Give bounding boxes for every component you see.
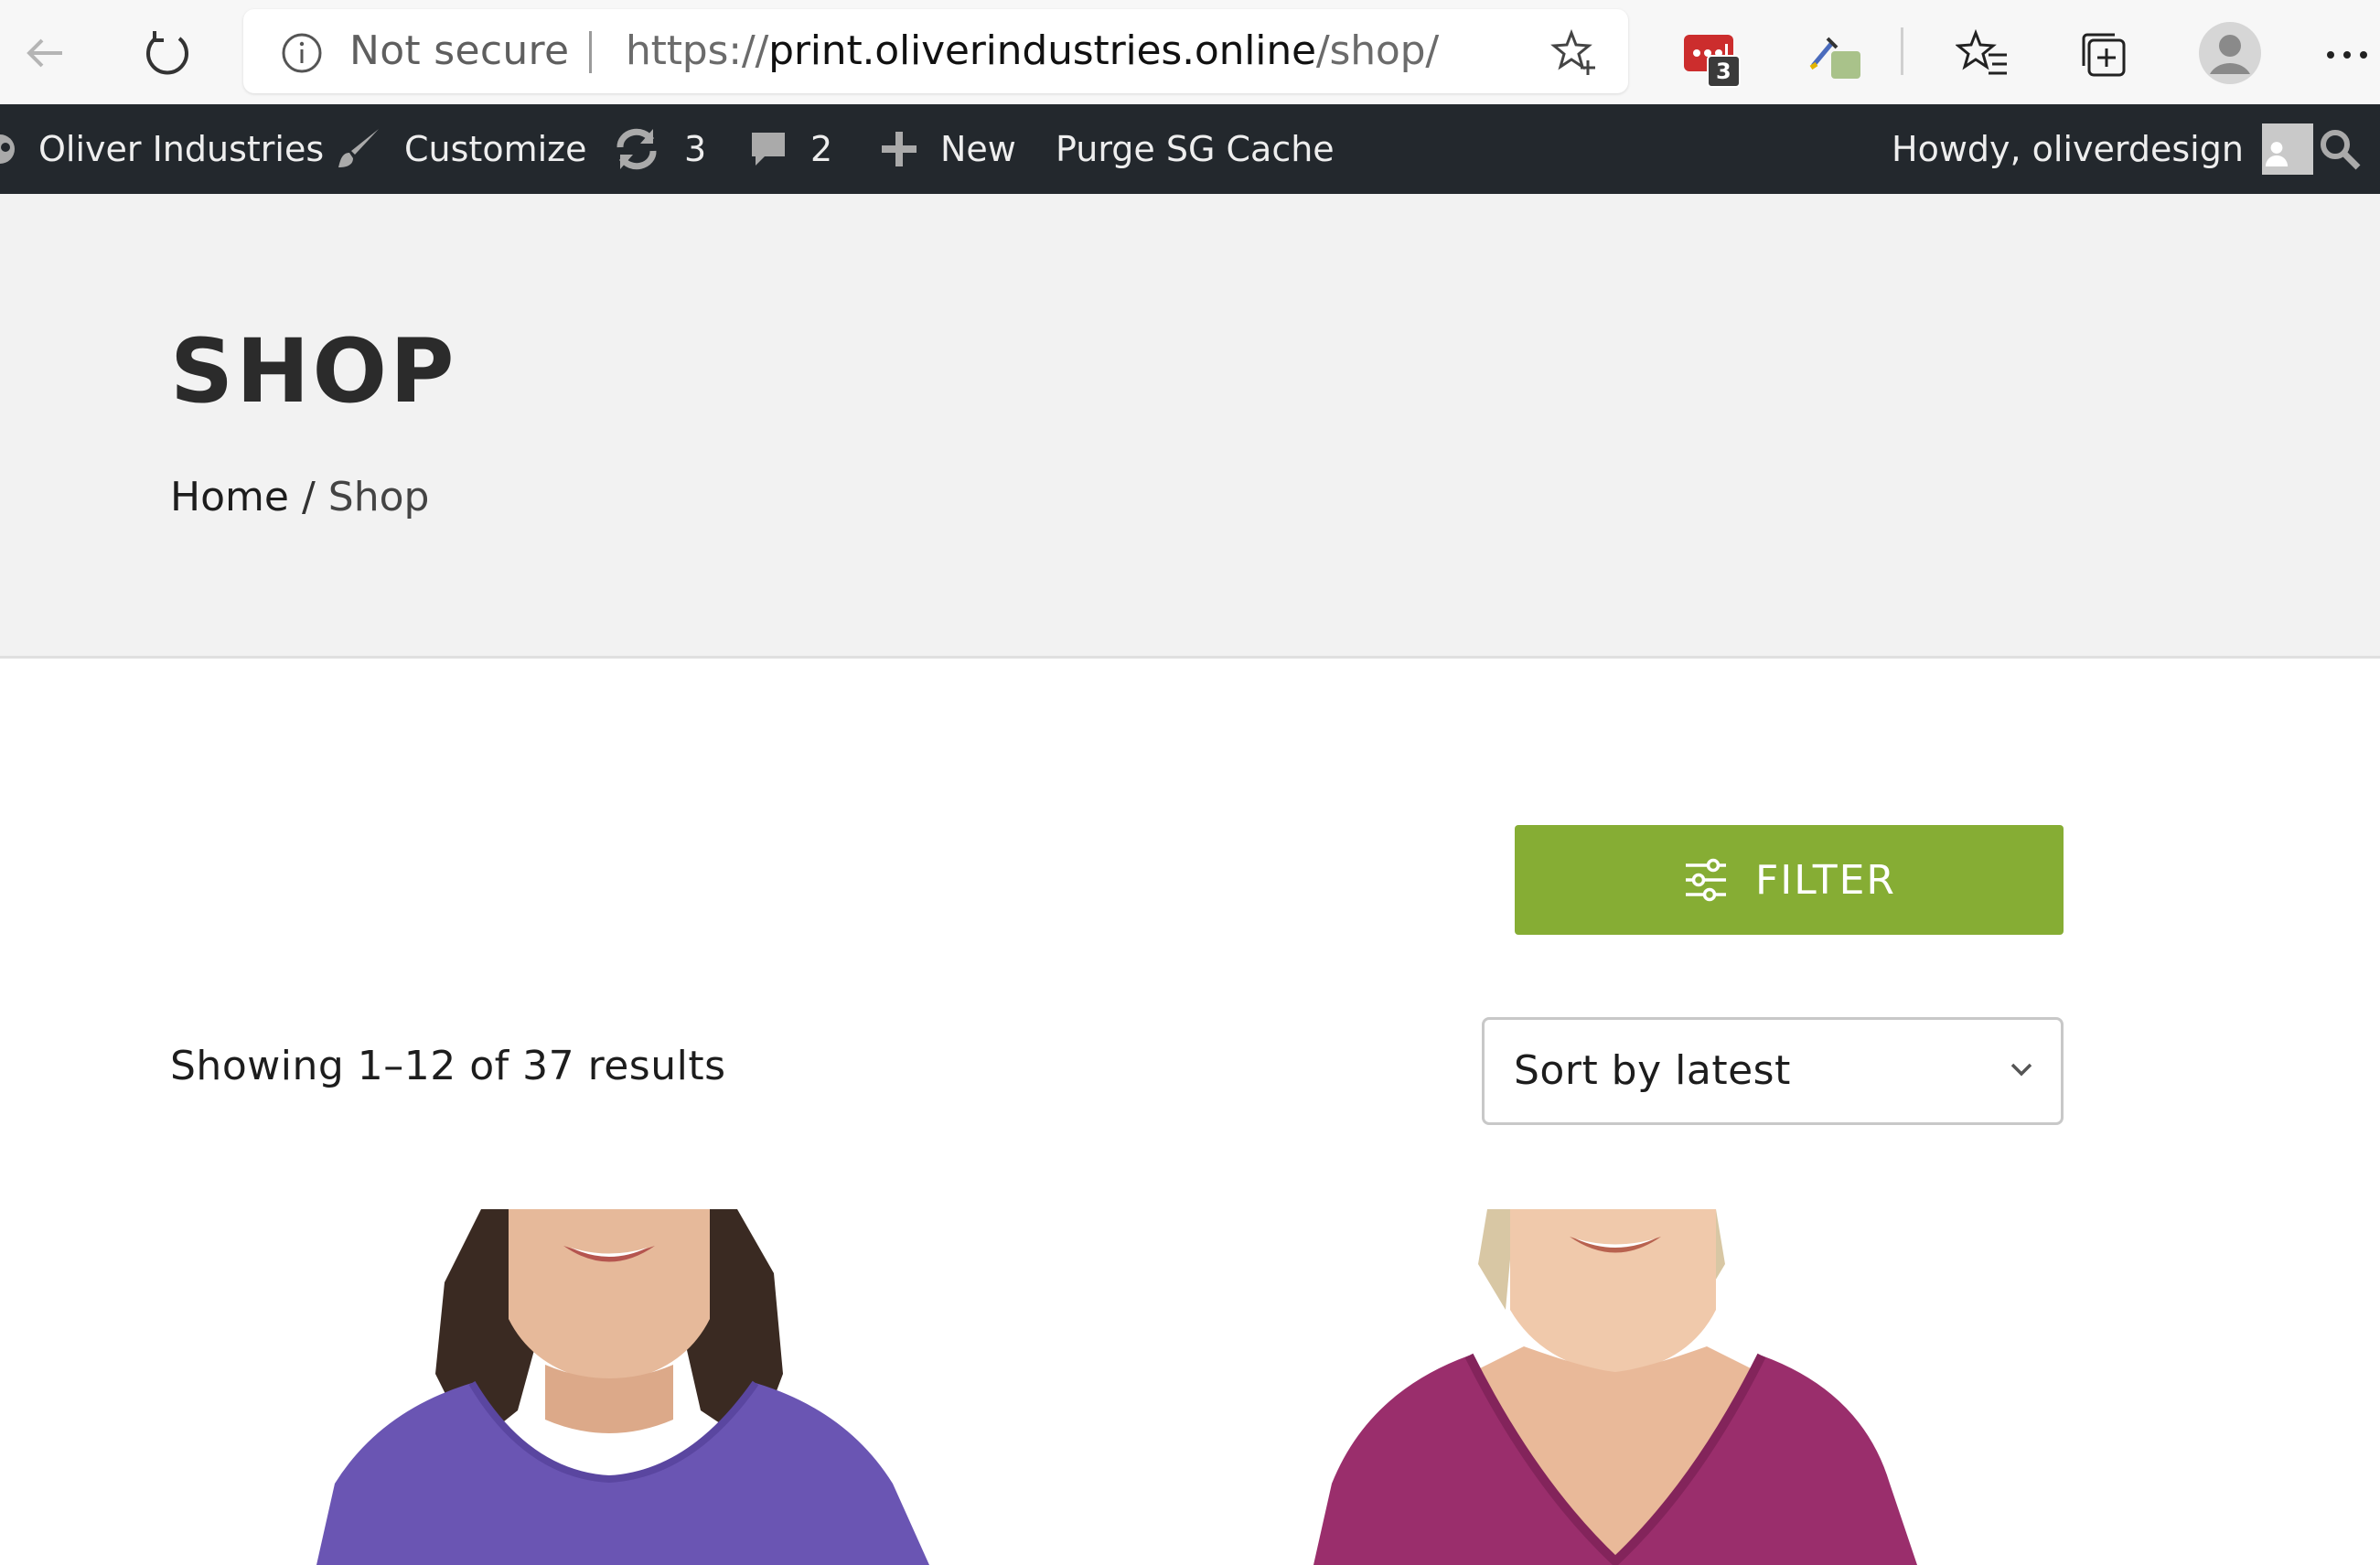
page-header: SHOP Home / Shop <box>0 194 2380 659</box>
sliders-icon <box>1686 858 1726 902</box>
admin-bar-purge-cache[interactable]: Purge SG Cache <box>1056 104 1335 194</box>
sort-selected-value: Sort by latest <box>1514 1047 1791 1094</box>
admin-bar-updates[interactable]: 3 <box>611 104 706 194</box>
back-button[interactable] <box>13 20 79 86</box>
admin-bar-search[interactable] <box>2318 104 2380 194</box>
paintbrush-icon <box>338 129 379 167</box>
wp-admin-bar: Oliver Industries Customize 3 2 New Purg… <box>0 104 2380 194</box>
chevron-down-icon <box>2010 1063 2032 1077</box>
admin-bar-customize[interactable]: Customize <box>335 104 586 194</box>
more-icon <box>2327 51 2367 59</box>
sort-dropdown[interactable]: Sort by latest <box>1482 1017 2064 1125</box>
breadcrumb-current: Shop <box>327 474 430 520</box>
breadcrumb-home[interactable]: Home <box>170 474 289 520</box>
refresh-button[interactable] <box>134 20 199 86</box>
refresh-icon <box>146 31 188 75</box>
updates-icon <box>616 128 657 170</box>
browser-toolbar: Not secure https://print.oliverindustrie… <box>0 0 2380 104</box>
favorites-icon <box>1956 29 2007 75</box>
product-photo-purple-tee <box>170 1209 1002 1565</box>
search-icon <box>2321 130 2361 170</box>
wordpress-icon <box>0 134 15 164</box>
site-name-label: Oliver Industries <box>38 129 325 169</box>
admin-bar-comments[interactable]: 2 <box>748 104 832 194</box>
admin-bar-account[interactable]: Howdy, oliverdesign <box>1892 104 2313 194</box>
admin-bar-site-name[interactable]: Oliver Industries <box>0 104 324 194</box>
user-avatar-icon <box>2265 142 2289 166</box>
collections-icon <box>2082 33 2126 77</box>
product-card-2-image[interactable] <box>1167 1209 1999 1565</box>
results-count: Showing 1–12 of 37 results <box>170 1043 726 1089</box>
purge-cache-label: Purge SG Cache <box>1056 129 1335 169</box>
url-host: print.oliverindustries.online <box>768 27 1316 74</box>
collections-button[interactable] <box>2071 22 2137 88</box>
profile-icon <box>2199 22 2261 84</box>
comments-count: 2 <box>810 129 833 169</box>
info-icon[interactable] <box>280 31 324 75</box>
breadcrumb: Home / Shop <box>170 474 429 520</box>
url-text[interactable]: https://print.oliverindustries.online/sh… <box>626 27 1439 74</box>
new-label: New <box>940 129 1016 169</box>
product-card-1-image[interactable] <box>170 1209 1002 1565</box>
back-arrow-icon <box>27 38 62 68</box>
product-photo-magenta-tee <box>1167 1209 1999 1565</box>
page-title: SHOP <box>170 320 457 423</box>
filter-label: FILTER <box>1755 856 1896 904</box>
star-add-icon[interactable] <box>1548 27 1599 79</box>
extension-picker-icon <box>1809 37 1860 79</box>
url-scheme: https:// <box>626 27 769 74</box>
profile-button[interactable] <box>2193 16 2267 90</box>
howdy-label: Howdy, oliverdesign <box>1892 129 2244 169</box>
more-button[interactable] <box>2314 22 2380 88</box>
filter-button[interactable]: FILTER <box>1515 825 2064 935</box>
avatar <box>2261 123 2313 175</box>
address-separator <box>589 31 592 73</box>
extension-badge: 3 <box>1707 55 1741 88</box>
customize-label: Customize <box>404 129 587 169</box>
breadcrumb-separator: / <box>301 474 316 520</box>
admin-bar-new[interactable]: New <box>880 104 1016 194</box>
comment-icon <box>752 133 785 166</box>
not-secure-label: Not secure <box>349 27 570 74</box>
updates-count: 3 <box>684 129 707 169</box>
favorites-button[interactable] <box>1950 22 2016 88</box>
plus-icon <box>882 132 917 166</box>
address-bar[interactable]: Not secure https://print.oliverindustrie… <box>243 9 1628 93</box>
url-path: /shop/ <box>1315 27 1439 74</box>
toolbar-separator <box>1901 27 1903 75</box>
extension-picker-button[interactable] <box>1804 22 1870 88</box>
